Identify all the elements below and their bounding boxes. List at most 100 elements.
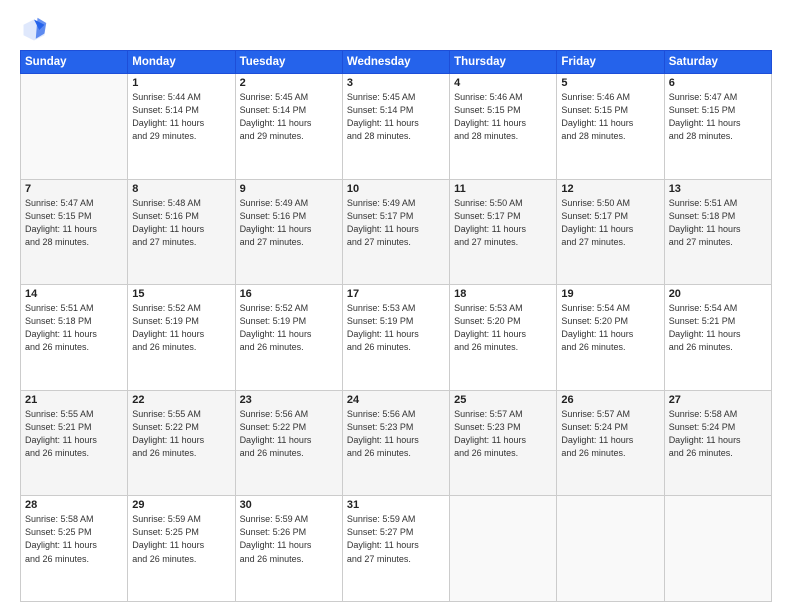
calendar-cell: 30 Sunrise: 5:59 AM Sunset: 5:26 PM Dayli…	[235, 496, 342, 602]
calendar-cell: 5Sunrise: 5:46 AM Sunset: 5:15 PM Daylig…	[557, 74, 664, 180]
day-info: Sunrise: 5:56 AM Sunset: 5:22 PM Dayligh…	[240, 408, 338, 460]
day-info: Sunrise: 5:44 AM Sunset: 5:14 PM Dayligh…	[132, 91, 230, 143]
weekday-header-tuesday: Tuesday	[235, 51, 342, 74]
day-info: Sunrise: 5:53 AM Sunset: 5:19 PM Dayligh…	[347, 302, 445, 354]
day-number: 8	[132, 183, 230, 195]
calendar-cell: 31 Sunrise: 5:59 AM Sunset: 5:27 PM Dayli…	[342, 496, 449, 602]
day-number: 23	[240, 394, 338, 406]
calendar-cell: 24 Sunrise: 5:56 AM Sunset: 5:23 PM Dayli…	[342, 390, 449, 496]
calendar-week-row: 21 Sunrise: 5:55 AM Sunset: 5:21 PM Dayli…	[21, 390, 772, 496]
day-info: Sunrise: 5:54 AM Sunset: 5:21 PM Dayligh…	[669, 302, 767, 354]
calendar-cell: 23 Sunrise: 5:56 AM Sunset: 5:22 PM Dayli…	[235, 390, 342, 496]
day-number: 15	[132, 288, 230, 300]
logo	[20, 16, 52, 44]
day-number: 1	[132, 77, 230, 89]
day-number: 30	[240, 499, 338, 511]
header	[20, 16, 772, 44]
calendar-cell: 27 Sunrise: 5:58 AM Sunset: 5:24 PM Dayli…	[664, 390, 771, 496]
calendar-cell: 3Sunrise: 5:45 AM Sunset: 5:14 PM Daylig…	[342, 74, 449, 180]
day-info: Sunrise: 5:49 AM Sunset: 5:17 PM Dayligh…	[347, 197, 445, 249]
day-number: 14	[25, 288, 123, 300]
day-info: Sunrise: 5:52 AM Sunset: 5:19 PM Dayligh…	[240, 302, 338, 354]
calendar-cell: 11 Sunrise: 5:50 AM Sunset: 5:17 PM Dayli…	[450, 179, 557, 285]
day-number: 29	[132, 499, 230, 511]
day-number: 31	[347, 499, 445, 511]
day-info: Sunrise: 5:50 AM Sunset: 5:17 PM Dayligh…	[454, 197, 552, 249]
calendar-week-row: 1 Sunrise: 5:44 AM Sunset: 5:14 PM Daylig…	[21, 74, 772, 180]
calendar-cell: 1 Sunrise: 5:44 AM Sunset: 5:14 PM Daylig…	[128, 74, 235, 180]
day-number: 28	[25, 499, 123, 511]
weekday-header-wednesday: Wednesday	[342, 51, 449, 74]
day-info: Sunrise: 5:59 AM Sunset: 5:27 PM Dayligh…	[347, 513, 445, 565]
day-info: Sunrise: 5:49 AM Sunset: 5:16 PM Dayligh…	[240, 197, 338, 249]
calendar-cell: 12Sunrise: 5:50 AM Sunset: 5:17 PM Dayli…	[557, 179, 664, 285]
day-info: Sunrise: 5:52 AM Sunset: 5:19 PM Dayligh…	[132, 302, 230, 354]
day-info: Sunrise: 5:59 AM Sunset: 5:26 PM Dayligh…	[240, 513, 338, 565]
calendar-cell: 29 Sunrise: 5:59 AM Sunset: 5:25 PM Dayli…	[128, 496, 235, 602]
day-info: Sunrise: 5:45 AM Sunset: 5:14 PM Dayligh…	[240, 91, 338, 143]
calendar-cell: 8Sunrise: 5:48 AM Sunset: 5:16 PM Daylig…	[128, 179, 235, 285]
calendar-week-row: 7 Sunrise: 5:47 AM Sunset: 5:15 PM Daylig…	[21, 179, 772, 285]
day-info: Sunrise: 5:59 AM Sunset: 5:25 PM Dayligh…	[132, 513, 230, 565]
day-info: Sunrise: 5:54 AM Sunset: 5:20 PM Dayligh…	[561, 302, 659, 354]
calendar-cell: 19 Sunrise: 5:54 AM Sunset: 5:20 PM Dayli…	[557, 285, 664, 391]
day-info: Sunrise: 5:56 AM Sunset: 5:23 PM Dayligh…	[347, 408, 445, 460]
calendar-cell: 17 Sunrise: 5:53 AM Sunset: 5:19 PM Dayli…	[342, 285, 449, 391]
day-info: Sunrise: 5:47 AM Sunset: 5:15 PM Dayligh…	[669, 91, 767, 143]
logo-icon	[20, 16, 48, 44]
calendar-cell	[557, 496, 664, 602]
day-number: 9	[240, 183, 338, 195]
day-info: Sunrise: 5:46 AM Sunset: 5:15 PM Dayligh…	[561, 91, 659, 143]
calendar-cell: 16 Sunrise: 5:52 AM Sunset: 5:19 PM Dayli…	[235, 285, 342, 391]
day-number: 21	[25, 394, 123, 406]
calendar-cell: 28 Sunrise: 5:58 AM Sunset: 5:25 PM Dayli…	[21, 496, 128, 602]
calendar-table: SundayMondayTuesdayWednesdayThursdayFrid…	[20, 50, 772, 602]
calendar-cell: 2 Sunrise: 5:45 AM Sunset: 5:14 PM Daylig…	[235, 74, 342, 180]
day-info: Sunrise: 5:50 AM Sunset: 5:17 PM Dayligh…	[561, 197, 659, 249]
day-info: Sunrise: 5:55 AM Sunset: 5:22 PM Dayligh…	[132, 408, 230, 460]
day-number: 19	[561, 288, 659, 300]
day-info: Sunrise: 5:45 AM Sunset: 5:14 PM Dayligh…	[347, 91, 445, 143]
calendar-cell: 14 Sunrise: 5:51 AM Sunset: 5:18 PM Dayli…	[21, 285, 128, 391]
day-number: 11	[454, 183, 552, 195]
calendar-cell: 7 Sunrise: 5:47 AM Sunset: 5:15 PM Daylig…	[21, 179, 128, 285]
day-number: 2	[240, 77, 338, 89]
day-info: Sunrise: 5:57 AM Sunset: 5:23 PM Dayligh…	[454, 408, 552, 460]
day-number: 7	[25, 183, 123, 195]
calendar-cell	[21, 74, 128, 180]
day-info: Sunrise: 5:51 AM Sunset: 5:18 PM Dayligh…	[25, 302, 123, 354]
calendar-cell: 26Sunrise: 5:57 AM Sunset: 5:24 PM Dayli…	[557, 390, 664, 496]
calendar-cell: 20 Sunrise: 5:54 AM Sunset: 5:21 PM Dayli…	[664, 285, 771, 391]
calendar-cell: 18Sunrise: 5:53 AM Sunset: 5:20 PM Dayli…	[450, 285, 557, 391]
calendar-cell: 21 Sunrise: 5:55 AM Sunset: 5:21 PM Dayli…	[21, 390, 128, 496]
weekday-header-row: SundayMondayTuesdayWednesdayThursdayFrid…	[21, 51, 772, 74]
day-info: Sunrise: 5:58 AM Sunset: 5:25 PM Dayligh…	[25, 513, 123, 565]
day-info: Sunrise: 5:47 AM Sunset: 5:15 PM Dayligh…	[25, 197, 123, 249]
calendar-cell	[664, 496, 771, 602]
day-number: 24	[347, 394, 445, 406]
day-number: 20	[669, 288, 767, 300]
day-info: Sunrise: 5:58 AM Sunset: 5:24 PM Dayligh…	[669, 408, 767, 460]
calendar-cell: 25 Sunrise: 5:57 AM Sunset: 5:23 PM Dayli…	[450, 390, 557, 496]
calendar-cell: 22 Sunrise: 5:55 AM Sunset: 5:22 PM Dayli…	[128, 390, 235, 496]
page: SundayMondayTuesdayWednesdayThursdayFrid…	[0, 0, 792, 612]
day-number: 16	[240, 288, 338, 300]
day-number: 13	[669, 183, 767, 195]
day-number: 6	[669, 77, 767, 89]
day-info: Sunrise: 5:53 AM Sunset: 5:20 PM Dayligh…	[454, 302, 552, 354]
day-number: 22	[132, 394, 230, 406]
calendar-cell: 10 Sunrise: 5:49 AM Sunset: 5:17 PM Dayli…	[342, 179, 449, 285]
day-info: Sunrise: 5:46 AM Sunset: 5:15 PM Dayligh…	[454, 91, 552, 143]
day-number: 17	[347, 288, 445, 300]
calendar-cell: 13Sunrise: 5:51 AM Sunset: 5:18 PM Dayli…	[664, 179, 771, 285]
calendar-cell: 15 Sunrise: 5:52 AM Sunset: 5:19 PM Dayli…	[128, 285, 235, 391]
calendar-cell: 9 Sunrise: 5:49 AM Sunset: 5:16 PM Daylig…	[235, 179, 342, 285]
day-number: 25	[454, 394, 552, 406]
weekday-header-sunday: Sunday	[21, 51, 128, 74]
day-number: 4	[454, 77, 552, 89]
weekday-header-friday: Friday	[557, 51, 664, 74]
calendar-week-row: 14 Sunrise: 5:51 AM Sunset: 5:18 PM Dayli…	[21, 285, 772, 391]
day-number: 27	[669, 394, 767, 406]
day-info: Sunrise: 5:55 AM Sunset: 5:21 PM Dayligh…	[25, 408, 123, 460]
day-number: 10	[347, 183, 445, 195]
